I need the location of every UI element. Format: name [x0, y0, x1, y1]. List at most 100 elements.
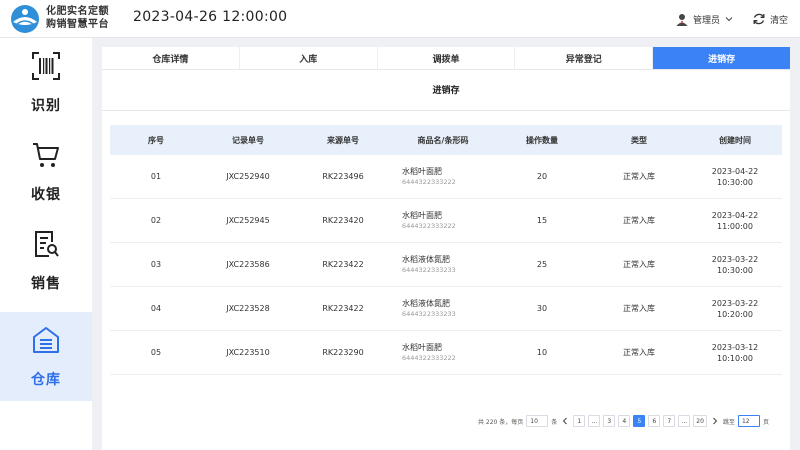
user-avatar-icon — [676, 14, 688, 26]
page-button[interactable]: 7 — [663, 415, 676, 427]
column-header: 记录单号 — [232, 135, 264, 145]
refresh-icon — [753, 13, 765, 25]
clear-button[interactable]: 清空 — [752, 11, 788, 27]
row-number: 05 — [150, 348, 162, 357]
record-number: JXC223528 — [226, 304, 270, 313]
tab-warehouse-details[interactable]: 仓库详情 — [102, 47, 240, 69]
divider — [102, 110, 790, 111]
product-name: 水稻液体氮肥 — [402, 255, 450, 264]
table-header: 序号 记录单号 来源单号 商品名/条形码 操作数量 类型 创建时间 — [110, 125, 782, 155]
column-header: 操作数量 — [526, 135, 558, 145]
source-number: RK223420 — [322, 216, 364, 225]
record-type: 正常入库 — [623, 172, 655, 181]
created-time: 2023-03-12 10:10:00 — [688, 342, 782, 364]
platform-name: 化肥实名定额 购销智慧平台 — [46, 6, 109, 30]
page-button[interactable]: 4 — [618, 415, 631, 427]
next-page-button[interactable] — [709, 415, 720, 427]
prev-page-button[interactable] — [560, 415, 571, 427]
created-time: 2023-03-22 10:30:00 — [688, 254, 782, 276]
page-size-unit: 条 — [551, 418, 558, 426]
page-ellipsis[interactable]: ... — [588, 415, 601, 427]
row-number: 03 — [150, 260, 162, 269]
table-row[interactable]: 05 JXC223510 RK223290 水稻叶面肥 644432233322… — [110, 331, 782, 375]
sidebar-item-label: 识别 — [31, 97, 61, 114]
row-number: 01 — [150, 172, 162, 181]
sidebar-item-sales[interactable]: 销售 — [0, 216, 92, 305]
sales-doc-icon — [35, 230, 59, 257]
created-date: 2023-03-12 — [711, 342, 759, 352]
jump-label: 跳至 — [722, 418, 735, 426]
record-type: 正常入库 — [623, 216, 655, 225]
page-ellipsis[interactable]: ... — [678, 415, 691, 427]
column-header: 来源单号 — [327, 135, 359, 145]
product-cell: 水稻叶面肥 6444322333222 — [392, 166, 494, 187]
sidebar-item-warehouse[interactable]: 仓库 — [0, 312, 92, 401]
created-date: 2023-03-22 — [711, 298, 759, 308]
source-number: RK223422 — [322, 304, 364, 313]
clear-label: 清空 — [770, 15, 789, 26]
record-type: 正常入库 — [623, 304, 655, 313]
sidebar-item-label: 收银 — [31, 186, 61, 203]
table-row[interactable]: 04 JXC223528 RK223422 水稻液体氮肥 64443223332… — [110, 287, 782, 331]
sidebar-item-cashier[interactable]: 收银 — [0, 127, 92, 216]
record-number: JXC252945 — [226, 216, 270, 225]
tab-inbound[interactable]: 入库 — [240, 47, 378, 69]
quantity: 15 — [536, 216, 548, 225]
column-header: 类型 — [631, 135, 647, 145]
product-barcode: 6444322333233 — [402, 310, 456, 318]
chevron-left-icon — [563, 417, 568, 425]
record-number: JXC252940 — [226, 172, 270, 181]
created-time: 2023-04-22 11:00:00 — [688, 210, 782, 232]
user-menu[interactable]: 管理员 — [675, 11, 733, 27]
page-size-input[interactable]: 10 — [526, 415, 549, 427]
cart-icon — [33, 142, 59, 167]
page-button[interactable]: 1 — [573, 415, 586, 427]
column-header: 商品名/条形码 — [417, 135, 469, 145]
tab-inventory-ledger[interactable]: 进销存 — [653, 47, 790, 69]
product-barcode: 6444322333233 — [402, 266, 456, 274]
scan-icon — [32, 51, 60, 80]
sidebar-item-label: 销售 — [31, 275, 61, 292]
sidebar-item-identify[interactable]: 识别 — [0, 38, 92, 127]
current-datetime: 2023-04-26 12:00:00 — [133, 9, 288, 25]
created-clock: 10:30:00 — [717, 265, 753, 275]
row-number: 04 — [150, 304, 162, 313]
created-clock: 11:00:00 — [717, 221, 753, 231]
created-time: 2023-04-22 10:30:00 — [688, 166, 782, 188]
source-number: RK223290 — [322, 348, 364, 357]
quantity: 10 — [536, 348, 548, 357]
quantity: 30 — [536, 304, 548, 313]
warehouse-icon — [33, 326, 59, 353]
page-button[interactable]: 20 — [693, 415, 707, 427]
page-button[interactable]: 3 — [603, 415, 616, 427]
product-name: 水稻叶面肥 — [402, 211, 442, 220]
table-row[interactable]: 02 JXC252945 RK223420 水稻叶面肥 644432233322… — [110, 199, 782, 243]
row-number: 02 — [150, 216, 162, 225]
product-name: 水稻液体氮肥 — [402, 299, 450, 308]
created-time: 2023-03-22 10:20:00 — [688, 298, 782, 320]
table-row[interactable]: 03 JXC223586 RK223422 水稻液体氮肥 64443223332… — [110, 243, 782, 287]
created-date: 2023-04-22 — [711, 166, 759, 176]
product-cell: 水稻液体氮肥 6444322333233 — [392, 298, 494, 319]
page-button[interactable]: 6 — [648, 415, 661, 427]
product-name: 水稻叶面肥 — [402, 167, 442, 176]
jump-page-input[interactable]: 12 — [737, 415, 760, 427]
tab-exception-register[interactable]: 异常登记 — [515, 47, 654, 69]
record-number: JXC223586 — [226, 260, 270, 269]
table-row[interactable]: 01 JXC252940 RK223496 水稻叶面肥 644432233322… — [110, 155, 782, 199]
source-number: RK223496 — [322, 172, 364, 181]
record-type: 正常入库 — [623, 348, 655, 357]
platform-logo — [11, 5, 39, 33]
created-date: 2023-04-22 — [711, 210, 759, 220]
page-button-current[interactable]: 5 — [633, 415, 646, 427]
record-type: 正常入库 — [623, 260, 655, 269]
column-header: 序号 — [148, 135, 164, 145]
created-clock: 10:10:00 — [717, 353, 753, 363]
product-cell: 水稻液体氮肥 6444322333233 — [392, 254, 494, 275]
tab-transfer-order[interactable]: 调拨单 — [378, 47, 516, 69]
product-cell: 水稻叶面肥 6444322333222 — [392, 210, 494, 231]
created-date: 2023-03-22 — [711, 254, 759, 264]
pagination: 共 220 条，每页 10 条 1 ... 3 4 5 6 7 ... 20 跳… — [478, 414, 772, 428]
jump-unit: 页 — [762, 418, 769, 426]
user-name: 管理员 — [693, 15, 721, 26]
